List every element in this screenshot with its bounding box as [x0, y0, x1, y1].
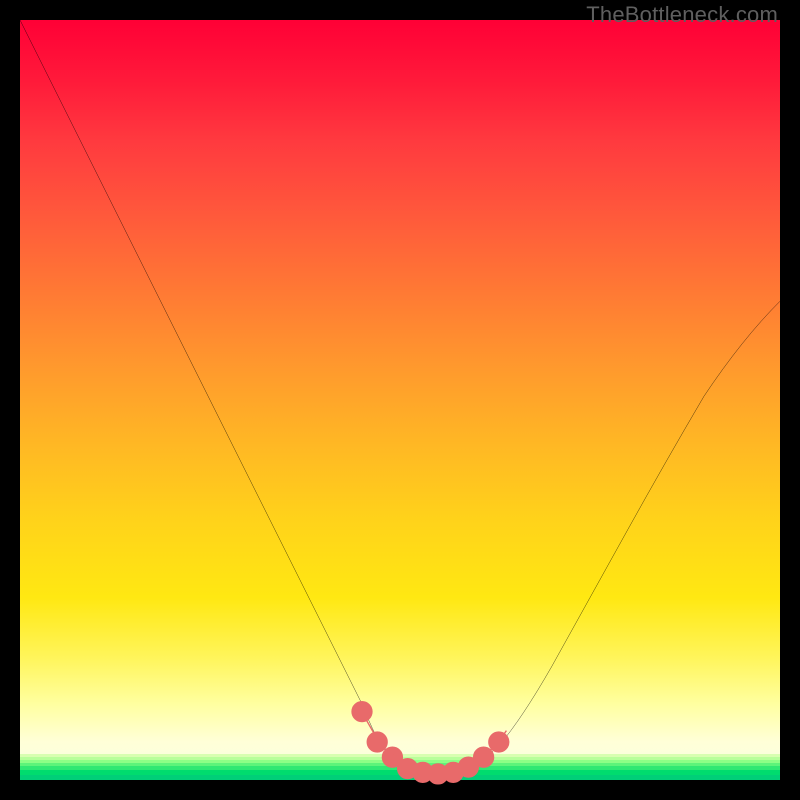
chart-frame: TheBottleneck.com — [0, 0, 800, 800]
plot-area — [20, 20, 780, 780]
bottleneck-curve — [20, 20, 780, 780]
curve-path — [20, 20, 780, 774]
watermark-text: TheBottleneck.com — [586, 2, 778, 28]
highlight-segment — [355, 705, 506, 781]
